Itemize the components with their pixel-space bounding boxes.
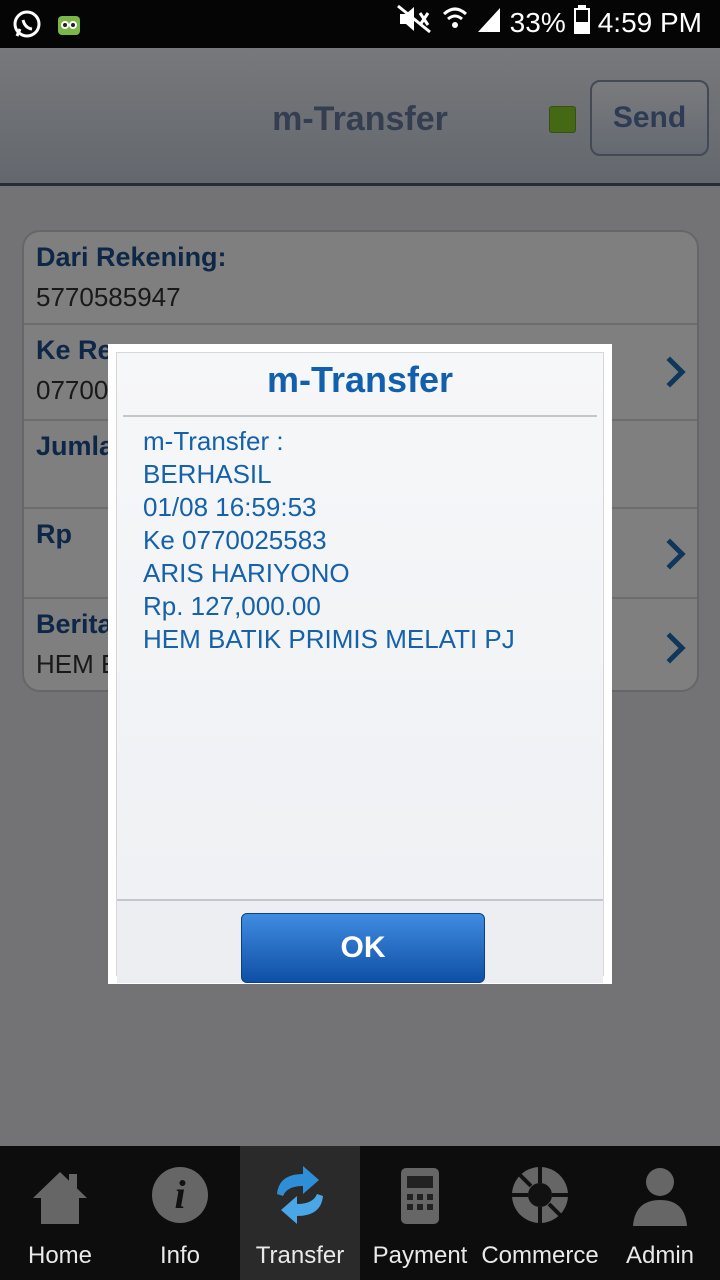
wifi-icon xyxy=(442,4,468,41)
commerce-icon xyxy=(505,1160,575,1230)
status-bar: 33% 4:59 PM xyxy=(0,0,720,48)
nav-item-admin[interactable]: Admin xyxy=(600,1146,720,1280)
message-line: 01/08 16:59:53 xyxy=(143,492,317,522)
nav-label: Commerce xyxy=(481,1242,599,1269)
message-line: Rp. 127,000.00 xyxy=(143,591,321,621)
signal-icon xyxy=(476,4,502,41)
nav-item-home[interactable]: Home xyxy=(0,1146,120,1280)
home-icon xyxy=(25,1160,95,1230)
mute-icon xyxy=(396,4,434,41)
message-line: HEM BATIK PRIMIS MELATI PJ xyxy=(143,624,515,654)
admin-icon xyxy=(625,1160,695,1230)
battery-icon xyxy=(573,4,590,41)
result-dialog: m-Transfer m-Transfer : BERHASIL 01/08 1… xyxy=(108,344,612,984)
dialog-button-bar: OK xyxy=(117,899,603,983)
dialog-title: m-Transfer xyxy=(266,359,454,400)
nav-item-payment[interactable]: Payment xyxy=(360,1146,480,1280)
dialog-message: m-Transfer : BERHASIL 01/08 16:59:53 Ke … xyxy=(143,425,515,656)
info-icon: i xyxy=(145,1160,215,1230)
payment-icon xyxy=(385,1160,455,1230)
message-line: Ke 0770025583 xyxy=(143,525,327,555)
nav-label: Transfer xyxy=(255,1242,345,1269)
message-line: BERHASIL xyxy=(143,459,272,489)
transfer-icon xyxy=(265,1160,335,1230)
svg-text:i: i xyxy=(174,1172,185,1217)
nav-label: Info xyxy=(159,1242,201,1269)
divider xyxy=(123,415,597,417)
nav-item-transfer[interactable]: Transfer xyxy=(240,1146,360,1280)
message-line: m-Transfer : xyxy=(143,426,284,456)
battery-percent: 33% xyxy=(509,6,566,38)
nav-item-info[interactable]: i Info xyxy=(120,1146,240,1280)
whatsapp-icon xyxy=(12,9,42,44)
nav-label: Home xyxy=(27,1242,93,1269)
bottom-nav: Home i Info Transfer Payment Commerce Ad… xyxy=(0,1146,720,1280)
nav-label: Admin xyxy=(625,1242,695,1269)
clock: 4:59 PM xyxy=(597,6,702,38)
dialog-body: m-Transfer m-Transfer : BERHASIL 01/08 1… xyxy=(116,352,604,983)
message-line: ARIS HARIYONO xyxy=(143,558,350,588)
ok-button[interactable]: OK xyxy=(241,913,485,983)
nav-label: Payment xyxy=(372,1242,468,1269)
nav-item-commerce[interactable]: Commerce xyxy=(480,1146,600,1280)
tokopedia-icon xyxy=(56,11,82,42)
